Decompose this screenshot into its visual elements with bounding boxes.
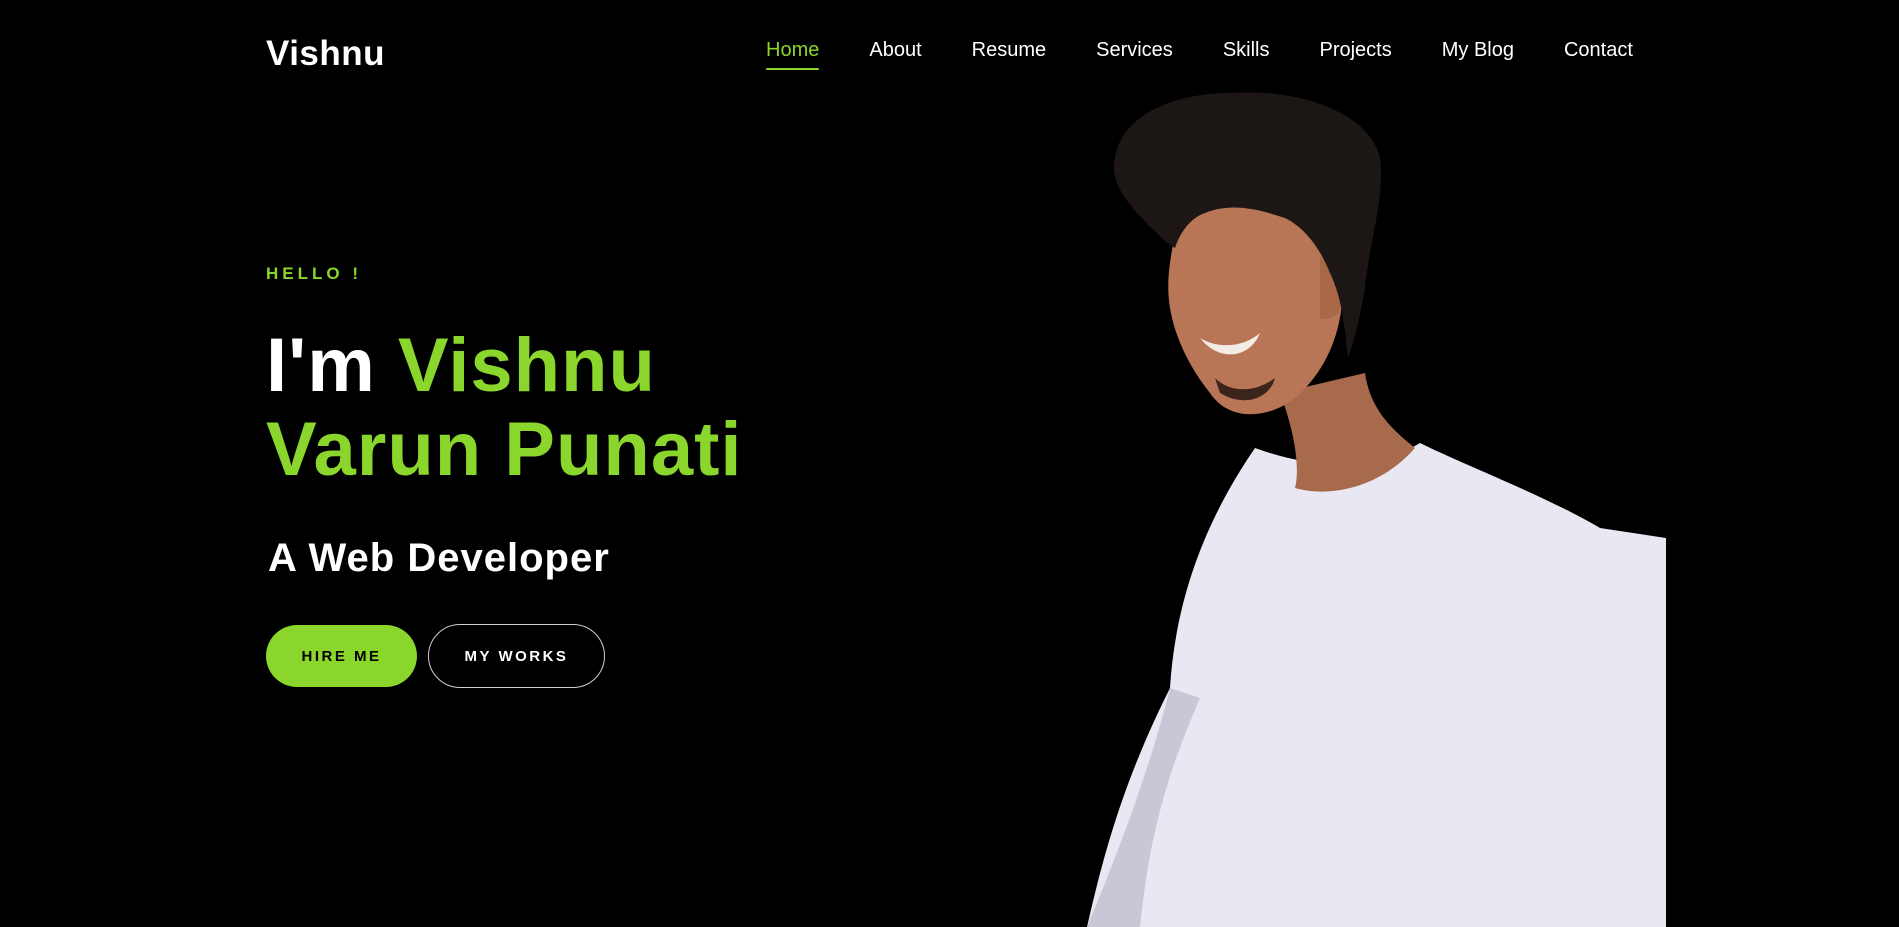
nav-item-skills[interactable]: Skills: [1223, 38, 1270, 70]
portrait-shirt: [1087, 443, 1666, 927]
nav-item-projects[interactable]: Projects: [1319, 38, 1391, 70]
hero-name-rest: Varun Punati: [266, 407, 743, 492]
hero-role: A Web Developer: [268, 536, 610, 580]
nav-item-about[interactable]: About: [869, 38, 921, 70]
hire-me-button[interactable]: HIRE ME: [266, 625, 417, 687]
nav-item-services[interactable]: Services: [1096, 38, 1173, 70]
hero-name-first: Vishnu: [397, 323, 656, 408]
my-works-button[interactable]: MY WORKS: [428, 624, 605, 688]
nav-item-contact[interactable]: Contact: [1564, 38, 1633, 70]
site-logo[interactable]: Vishnu: [266, 34, 385, 74]
page: Vishnu Home About Resume Services Skills…: [0, 0, 1899, 927]
hero-intro: I'm: [266, 323, 376, 408]
nav-item-resume[interactable]: Resume: [972, 38, 1046, 70]
hero-greeting: HELLO !: [266, 264, 362, 283]
portrait-image: [1087, 92, 1666, 927]
nav-item-home[interactable]: Home: [766, 38, 820, 70]
main-nav: Home About Resume Services Skills Projec…: [766, 38, 1633, 70]
nav-item-my-blog[interactable]: My Blog: [1442, 38, 1514, 70]
hero-headline: I'm Vishnu Varun Punati: [266, 324, 886, 492]
hero-button-row: HIRE ME MY WORKS: [266, 624, 886, 688]
hero-section: HELLO ! I'm Vishnu Varun Punati A Web Dev…: [266, 262, 886, 688]
